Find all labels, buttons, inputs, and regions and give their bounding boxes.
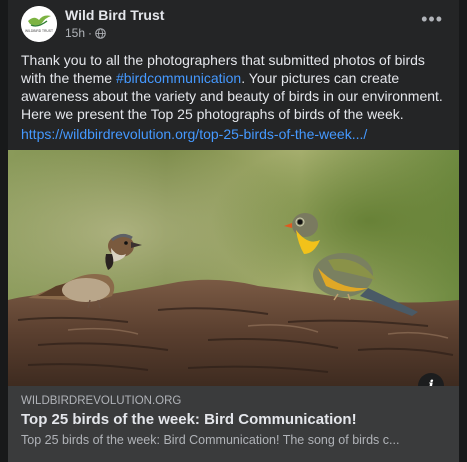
link-title[interactable]: Top 25 birds of the week: Bird Communica…: [21, 411, 357, 428]
post-meta: 15h ·: [65, 26, 106, 40]
link-domain: WILDBIRDREVOLUTION.ORG: [21, 395, 182, 407]
svg-text:WILDBIRD TRUST: WILDBIRD TRUST: [25, 29, 53, 33]
timestamp[interactable]: 15h: [65, 26, 85, 40]
link-description: Top 25 birds of the week: Bird Communica…: [21, 433, 400, 447]
birds-on-log-photo: [8, 150, 459, 386]
more-options-icon[interactable]: •••: [421, 10, 443, 28]
wild-bird-trust-logo-icon: WILDBIRD TRUST: [21, 6, 57, 42]
globe-icon: [95, 27, 106, 39]
post-photo[interactable]: [8, 150, 459, 386]
link-preview[interactable]: WILDBIRDREVOLUTION.ORG Top 25 birds of t…: [8, 386, 459, 462]
post-url-link[interactable]: https://wildbirdrevolution.org/top-25-bi…: [21, 126, 367, 142]
post-card: WILDBIRD TRUST Wild Bird Trust 15h · •••…: [8, 0, 459, 462]
post-text: Thank you to all the photographers that …: [21, 51, 446, 123]
hashtag-link[interactable]: #birdcommunication: [116, 70, 241, 86]
page-name[interactable]: Wild Bird Trust: [65, 7, 164, 23]
avatar[interactable]: WILDBIRD TRUST: [21, 6, 57, 42]
post-header: WILDBIRD TRUST Wild Bird Trust 15h · •••: [8, 0, 459, 46]
